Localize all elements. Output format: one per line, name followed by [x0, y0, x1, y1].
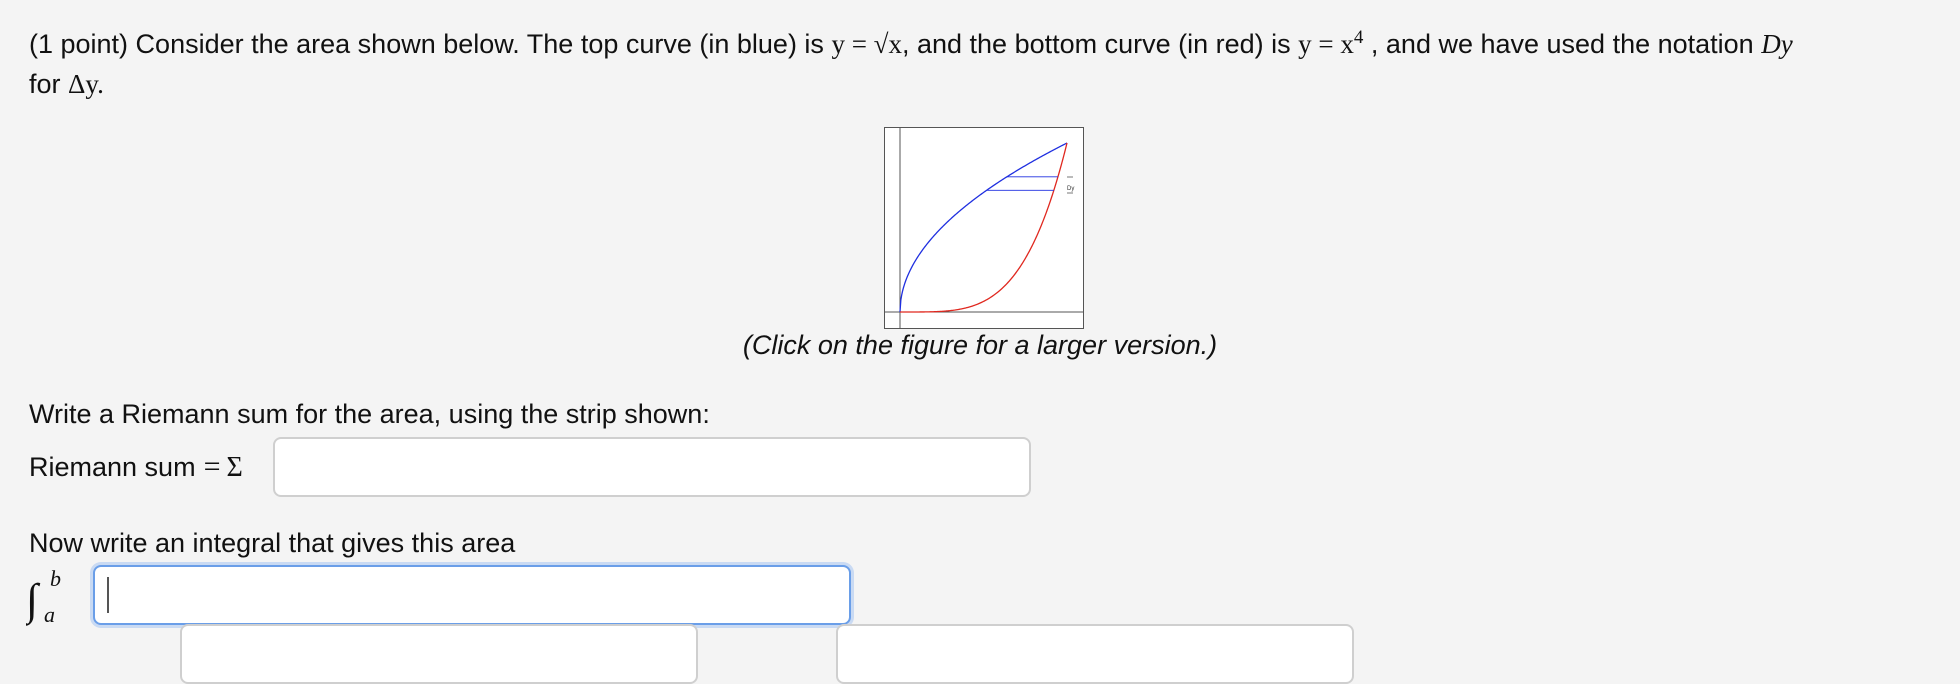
problem-middle-2: , and we have used the notation [1363, 29, 1762, 59]
riemann-label: Riemann sum [29, 452, 196, 482]
limit-a-input[interactable] [180, 624, 698, 684]
sigma-icon: Σ [226, 452, 243, 483]
svg-text:∫: ∫ [26, 575, 41, 626]
problem-line2-prefix: for [29, 69, 69, 99]
area-figure[interactable]: Dy [884, 127, 1084, 329]
integral-sign-icon: ∫ b a [23, 566, 86, 627]
top-curve-equation: y = √x [831, 29, 902, 59]
dy-label: Dy [1067, 186, 1074, 192]
limit-b-input[interactable] [836, 624, 1354, 684]
problem-prefix: (1 point) Consider the area shown below.… [29, 29, 832, 59]
equals-sign: = [203, 450, 221, 483]
figure-caption: (Click on the figure for a larger versio… [742, 330, 1218, 360]
lower-limit-label: a [44, 602, 55, 626]
riemann-label-row: Riemann sum = Σ [29, 438, 243, 496]
problem-statement: (1 point) Consider the area shown below.… [29, 18, 1929, 104]
delta-y: Δy. [68, 69, 104, 99]
upper-limit-label: b [50, 566, 61, 591]
problem-middle-1: , and the bottom curve (in red) is [901, 29, 1299, 59]
figure-frame [884, 127, 1084, 329]
bottom-curve-equation: y = x4 [1298, 27, 1364, 59]
text-caret [107, 577, 109, 613]
integral-prompt: Now write an integral that gives this ar… [29, 528, 516, 558]
riemann-prompt: Write a Riemann sum for the area, using … [29, 399, 710, 429]
notation-dy: Dy [1761, 29, 1793, 59]
integral-input[interactable] [93, 565, 851, 625]
riemann-sum-input[interactable] [273, 437, 1031, 497]
